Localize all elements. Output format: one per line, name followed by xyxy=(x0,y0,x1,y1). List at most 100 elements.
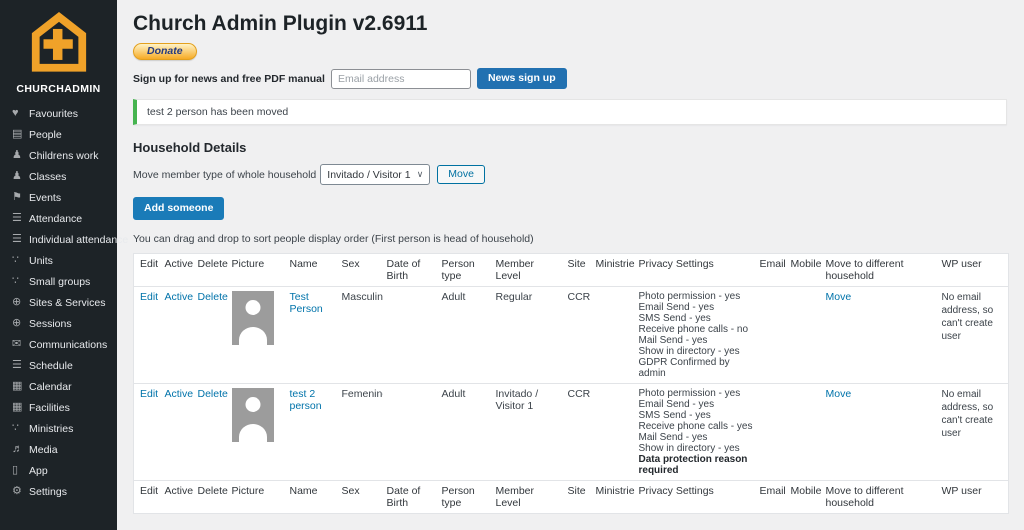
col-move-household: Move to different household xyxy=(822,481,938,514)
drag-drop-hint: You can drag and drop to sort people dis… xyxy=(133,233,1007,245)
privacy-settings-cell: Photo permission - yes Email Send - yes … xyxy=(635,384,756,481)
email-input[interactable] xyxy=(331,69,471,89)
person-name-link[interactable]: test 2 person xyxy=(290,388,322,412)
site-value: CCR xyxy=(568,291,591,303)
household-members-table: Edit Active Delete Picture Name Sex Date… xyxy=(133,253,1009,514)
gear-icon: ⚙ xyxy=(12,486,29,497)
move-link[interactable]: Move xyxy=(826,388,852,400)
sidebar-item-events[interactable]: ⚑Events xyxy=(0,187,117,208)
sidebar-item-calendar[interactable]: ▦Calendar xyxy=(0,376,117,397)
privacy-settings-cell: Photo permission - yes Email Send - yes … xyxy=(635,287,756,384)
sidebar-item-attendance[interactable]: ☰Attendance xyxy=(0,208,117,229)
globe-icon: ⊕ xyxy=(12,318,29,329)
move-button[interactable]: Move xyxy=(437,165,485,184)
household-details-heading: Household Details xyxy=(133,140,1007,155)
sidebar-item-individual-attendance[interactable]: ☰Individual attendance xyxy=(0,229,117,250)
privacy-line: Receive phone calls - no xyxy=(639,324,753,335)
flag-icon: ⚑ xyxy=(12,192,29,203)
sidebar-item-sites-services[interactable]: ⊕Sites & Services xyxy=(0,292,117,313)
sidebar-item-units[interactable]: ∵Units xyxy=(0,250,117,271)
sidebar-item-childrens-work[interactable]: ♟Childrens work xyxy=(0,145,117,166)
col-move-household: Move to different household xyxy=(822,254,938,287)
sitemap-icon: ∵ xyxy=(12,276,29,287)
sidebar-item-label: People xyxy=(29,129,62,141)
person-name-link[interactable]: Test Person xyxy=(290,291,323,315)
active-link[interactable]: Active xyxy=(165,388,194,400)
heart-icon: ♥ xyxy=(12,108,29,119)
speaker-icon: ♬ xyxy=(12,444,29,455)
donate-button[interactable]: Donate xyxy=(133,43,197,60)
avatar xyxy=(232,291,274,345)
member-type-select[interactable]: Invitado / Visitor 1 ∨ xyxy=(320,164,430,185)
sidebar-item-schedule[interactable]: ☰Schedule xyxy=(0,355,117,376)
col-ministries: Ministries xyxy=(592,481,635,514)
sidebar-item-ministries[interactable]: ∵Ministries xyxy=(0,418,117,439)
sidebar-item-people[interactable]: ▤People xyxy=(0,124,117,145)
edit-link[interactable]: Edit xyxy=(140,388,158,400)
sidebar-item-classes[interactable]: ♟Classes xyxy=(0,166,117,187)
church-house-icon xyxy=(28,10,90,72)
sex-value: Femenino xyxy=(342,388,383,400)
col-wp-user: WP user xyxy=(938,254,1009,287)
table-footer-row: Edit Active Delete Picture Name Sex Date… xyxy=(134,481,1009,514)
sidebar-item-small-groups[interactable]: ∵Small groups xyxy=(0,271,117,292)
col-sex: Sex xyxy=(338,254,383,287)
megaphone-icon: ✉ xyxy=(12,339,29,350)
sidebar-item-communications[interactable]: ✉Communications xyxy=(0,334,117,355)
privacy-line: Photo permission - yes xyxy=(639,388,753,399)
col-edit: Edit xyxy=(134,254,161,287)
sidebar-item-label: Childrens work xyxy=(29,150,98,162)
col-member-level: Member Level xyxy=(492,481,564,514)
calendar-icon: ▦ xyxy=(12,402,29,413)
sidebar-item-label: Classes xyxy=(29,171,66,183)
col-name: Name xyxy=(286,254,338,287)
privacy-line: GDPR Confirmed by admin xyxy=(639,357,753,379)
person-icon: ♟ xyxy=(12,171,29,182)
col-delete: Delete xyxy=(194,254,228,287)
col-mobile: Mobile xyxy=(787,254,822,287)
privacy-line: Mail Send - yes xyxy=(639,335,753,346)
move-household-label: Move member type of whole household xyxy=(133,169,316,181)
sidebar-item-label: Communications xyxy=(29,339,107,351)
col-name: Name xyxy=(286,481,338,514)
sidebar-item-label: Units xyxy=(29,255,53,267)
privacy-line: SMS Send - yes xyxy=(639,313,753,324)
id-card-icon: ▤ xyxy=(12,129,29,140)
col-privacy: Privacy Settings xyxy=(635,481,756,514)
church-logo xyxy=(0,0,117,81)
main-content: Church Admin Plugin v2.6911 Donate Sign … xyxy=(117,0,1024,530)
col-wp-user: WP user xyxy=(938,481,1009,514)
sidebar-item-favourites[interactable]: ♥Favourites xyxy=(0,103,117,124)
sitemap-icon: ∵ xyxy=(12,255,29,266)
edit-link[interactable]: Edit xyxy=(140,291,158,303)
col-edit: Edit xyxy=(134,481,161,514)
mobile-icon: ▯ xyxy=(12,465,29,476)
site-value: CCR xyxy=(568,388,591,400)
col-site: Site xyxy=(564,254,592,287)
sidebar-item-sessions[interactable]: ⊕Sessions xyxy=(0,313,117,334)
add-someone-button[interactable]: Add someone xyxy=(133,197,224,220)
selected-option: Invitado / Visitor 1 xyxy=(327,169,410,181)
sidebar-item-settings[interactable]: ⚙Settings xyxy=(0,481,117,502)
delete-link[interactable]: Delete xyxy=(198,291,228,303)
privacy-line: Photo permission - yes xyxy=(639,291,753,302)
sidebar-item-facilities[interactable]: ▦Facilities xyxy=(0,397,117,418)
sidebar-item-label: Individual attendance xyxy=(29,234,128,246)
sidebar-item-media[interactable]: ♬Media xyxy=(0,439,117,460)
table-row: Edit Active Delete test 2 person Femenin… xyxy=(134,384,1009,481)
person-type-value: Adult xyxy=(442,388,466,400)
news-signup-button[interactable]: News sign up xyxy=(477,68,567,89)
privacy-line: Receive phone calls - yes xyxy=(639,421,753,432)
globe-icon: ⊕ xyxy=(12,297,29,308)
sidebar-item-label: Small groups xyxy=(29,276,90,288)
member-level-value: Regular xyxy=(496,291,533,303)
table-header-row: Edit Active Delete Picture Name Sex Date… xyxy=(134,254,1009,287)
active-link[interactable]: Active xyxy=(165,291,194,303)
sidebar-item-label: App xyxy=(29,465,48,477)
person-icon: ♟ xyxy=(12,150,29,161)
sidebar-item-label: Calendar xyxy=(29,381,72,393)
delete-link[interactable]: Delete xyxy=(198,388,228,400)
move-link[interactable]: Move xyxy=(826,291,852,303)
col-site: Site xyxy=(564,481,592,514)
sidebar-item-app[interactable]: ▯App xyxy=(0,460,117,481)
